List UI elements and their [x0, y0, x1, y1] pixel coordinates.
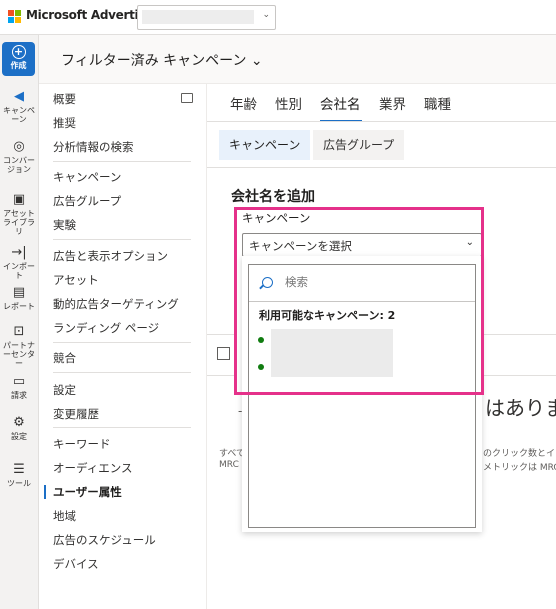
- nav-item-insights[interactable]: 分析情報の検索: [53, 139, 134, 155]
- rail-label: パートナーセンター: [3, 341, 35, 368]
- rail-item-reports[interactable]: ▤ レポート: [0, 286, 38, 311]
- table-divider: [482, 334, 556, 335]
- nav-divider: [53, 239, 191, 240]
- table-divider: [482, 375, 556, 376]
- microsoft-logo-icon: [8, 10, 22, 24]
- nav-item-demographics[interactable]: ユーザー属性: [53, 484, 122, 500]
- nav-item-dynamic-ad-targets[interactable]: 動的広告ターゲティング: [53, 296, 179, 312]
- tab-age[interactable]: 年齢: [230, 93, 257, 113]
- rail-label: 請求: [11, 391, 27, 400]
- panel-title: 会社名を追加: [231, 189, 315, 205]
- tab-industry[interactable]: 業界: [379, 93, 406, 113]
- tools-icon: ☰: [13, 463, 25, 477]
- footnote-right: メトリックは MRC: [483, 463, 556, 473]
- segment-ad-groups[interactable]: 広告グループ: [313, 130, 405, 160]
- campaign-filter-dropdown[interactable]: フィルター済み キャンペーン ⌄: [61, 50, 263, 70]
- rail-label: レポート: [3, 302, 35, 311]
- create-button[interactable]: + 作成: [2, 42, 35, 76]
- nav-divider: [53, 161, 191, 162]
- megaphone-icon: ◀: [14, 90, 24, 104]
- left-navigation: 概要 推奨 分析情報の検索 キャンペーン 広告グループ 実験 広告と表示オプショ…: [39, 84, 207, 609]
- nav-item-ad-schedule[interactable]: 広告のスケジュール: [53, 532, 156, 548]
- tabs-divider: [207, 121, 556, 122]
- wallet-icon: ▭: [12, 375, 26, 389]
- briefcase-icon: ⊡: [13, 325, 25, 339]
- tab-gender[interactable]: 性別: [275, 93, 302, 113]
- rail-item-campaigns[interactable]: ◀ キャンペーン: [0, 90, 38, 124]
- rail-item-tools[interactable]: ☰ ツール: [0, 463, 38, 488]
- nav-item-experiments[interactable]: 実験: [53, 217, 76, 233]
- rail-label: アセットライブラリ: [3, 209, 35, 236]
- asset-library-icon: ▣: [12, 193, 26, 207]
- rail-label: ツール: [7, 479, 31, 488]
- collapse-nav-icon[interactable]: [181, 93, 193, 103]
- nav-item-ad-groups[interactable]: 広告グループ: [53, 193, 121, 209]
- nav-item-keywords[interactable]: キーワード: [53, 436, 111, 452]
- gear-icon: ⚙: [13, 416, 25, 430]
- nav-item-campaigns[interactable]: キャンペーン: [53, 169, 121, 185]
- nav-item-overview[interactable]: 概要: [53, 91, 76, 107]
- table-divider: [207, 334, 237, 335]
- nav-item-audiences[interactable]: オーディエンス: [53, 460, 132, 476]
- tab-company-name[interactable]: 会社名: [320, 93, 361, 113]
- top-bar: Microsoft Advertising ⌄: [0, 0, 556, 35]
- nav-item-devices[interactable]: デバイス: [53, 556, 99, 572]
- nav-divider: [53, 342, 191, 343]
- rail-label: インポート: [3, 262, 35, 280]
- rail-item-conversions[interactable]: ◎ コンバージョン: [0, 140, 38, 174]
- create-label: 作成: [10, 61, 27, 70]
- nav-divider: [53, 372, 191, 373]
- nav-item-recommendations[interactable]: 推奨: [53, 115, 76, 131]
- rail-label: 設定: [11, 432, 27, 441]
- active-indicator: [44, 485, 46, 499]
- nav-item-assets[interactable]: アセット: [53, 272, 99, 288]
- nav-item-landing-pages[interactable]: ランディング ページ: [53, 320, 159, 336]
- rail-item-billing[interactable]: ▭ 請求: [0, 375, 38, 400]
- nav-item-change-history[interactable]: 変更履歴: [53, 406, 99, 422]
- plus-icon: +: [11, 45, 26, 59]
- nav-item-locations[interactable]: 地域: [53, 508, 76, 524]
- highlight-box: [234, 207, 484, 395]
- target-icon: ◎: [13, 140, 25, 154]
- segment-divider: [207, 167, 556, 168]
- empty-state-text: はありま: [485, 396, 556, 420]
- segment-campaigns[interactable]: キャンペーン: [219, 130, 311, 160]
- rail-item-asset-library[interactable]: ▣ アセットライブラリ: [0, 193, 38, 236]
- page-header: フィルター済み キャンペーン ⌄: [39, 35, 556, 84]
- nav-item-settings[interactable]: 設定: [53, 382, 76, 398]
- rail-item-settings[interactable]: ⚙ 設定: [0, 416, 38, 441]
- import-icon: →|: [11, 246, 27, 260]
- select-all-checkbox[interactable]: [217, 347, 230, 360]
- table-divider: [207, 375, 237, 376]
- chevron-down-icon: ⌄: [262, 10, 270, 20]
- rail-label: キャンペーン: [3, 106, 35, 124]
- footnote-right: のクリック数とイン: [483, 449, 556, 459]
- footnote-left: MRC: [219, 460, 239, 470]
- global-nav-rail: + 作成 ◀ キャンペーン ◎ コンバージョン ▣ アセットライブラリ →| イ…: [0, 35, 39, 609]
- rail-item-import[interactable]: →| インポート: [0, 246, 38, 280]
- nav-divider: [53, 427, 191, 428]
- nav-item-competition[interactable]: 競合: [53, 350, 76, 366]
- rail-label: コンバージョン: [3, 156, 35, 174]
- account-selector[interactable]: ⌄: [137, 5, 276, 30]
- nav-item-ads-extensions[interactable]: 広告と表示オプション: [53, 248, 168, 264]
- rail-item-partner-center[interactable]: ⊡ パートナーセンター: [0, 325, 38, 368]
- tab-job-function[interactable]: 職種: [424, 93, 451, 113]
- report-icon: ▤: [12, 286, 26, 300]
- account-name-redacted: [142, 10, 254, 24]
